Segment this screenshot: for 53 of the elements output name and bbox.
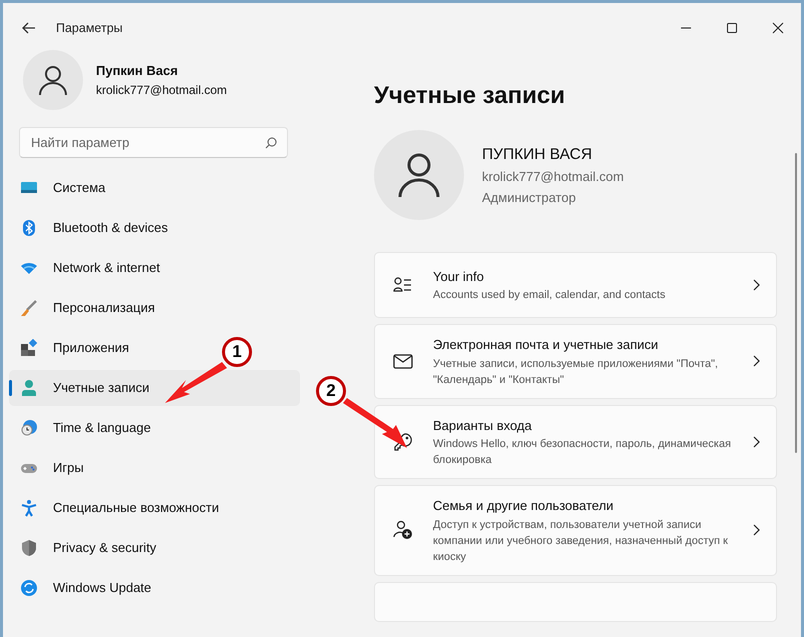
person-icon bbox=[39, 65, 67, 95]
card-title: Семья и другие пользователи bbox=[433, 497, 614, 515]
card-description: Windows Hello, ключ безопасности, пароль, динамическая блокировка bbox=[433, 437, 732, 468]
sidebar-item[interactable]: Network & internet bbox=[9, 250, 164, 286]
sidebar-item[interactable]: Учетные записи bbox=[9, 370, 300, 406]
sidebar-item[interactable]: Privacy & security bbox=[9, 530, 160, 566]
update-icon bbox=[20, 579, 38, 597]
settings-card[interactable]: Электронная почта и учетные записи Учетные записи, используемые приложениями "Почта", "Календарь" и "Контакты" bbox=[374, 324, 777, 398]
user-email: krolick777@hotmail.com bbox=[96, 82, 227, 99]
chevron-right-icon bbox=[752, 355, 760, 368]
brush-icon bbox=[20, 299, 38, 317]
page-heading: Учетные записи bbox=[374, 81, 566, 111]
profile-email: krolick777@hotmail.com bbox=[482, 168, 624, 186]
person-icon bbox=[398, 153, 440, 197]
card-title: Your info bbox=[433, 268, 485, 286]
card-description: Accounts used by email, calendar, and contacts bbox=[433, 288, 666, 304]
sidebar-item[interactable]: Персонализация bbox=[9, 290, 159, 326]
sidebar-item[interactable]: Time & language bbox=[9, 410, 155, 446]
settings-card[interactable]: Варианты входа Windows Hello, ключ безопасности, пароль, динамическая блокировка bbox=[374, 404, 777, 479]
settings-card[interactable]: Семья и другие пользователи Доступ к устройствам, пользователи учетной записи компании или учебного заведения, назначенный доступ к киоску bbox=[374, 485, 777, 576]
search-field[interactable]: Найти параметр bbox=[19, 127, 288, 158]
card-description: Учетные записи, используемые приложениями "Почта", "Календарь" и "Контакты" bbox=[433, 356, 719, 388]
sidebar-item[interactable]: Система bbox=[9, 170, 110, 206]
back-arrow-icon[interactable] bbox=[22, 22, 36, 34]
profile-role: Администратор bbox=[482, 188, 577, 207]
settings-card[interactable]: Your info Accounts used by email, calendar, and contacts bbox=[374, 252, 777, 318]
person-icon bbox=[20, 379, 38, 397]
sidebar-item[interactable]: Игры bbox=[9, 450, 88, 486]
card-description: Доступ к устройствам, пользователи учетной записи компании или учебного заведения, назначенный доступ к киоску bbox=[433, 518, 729, 564]
shield-icon bbox=[20, 539, 38, 557]
add-person-icon bbox=[393, 520, 413, 540]
card-title: Электронная почта и учетные записи bbox=[433, 336, 660, 354]
scrollbar[interactable] bbox=[795, 153, 797, 453]
accessibility-icon bbox=[20, 499, 38, 517]
chevron-right-icon bbox=[752, 436, 760, 448]
selection-indicator bbox=[9, 380, 12, 396]
annotation-arrow bbox=[165, 362, 227, 403]
sidebar-item[interactable]: Windows Update bbox=[9, 570, 156, 606]
key-icon bbox=[393, 432, 413, 452]
sidebar-item[interactable]: Bluetooth & devices bbox=[9, 210, 172, 246]
bluetooth-icon bbox=[20, 219, 38, 237]
window-title: Параметры bbox=[56, 20, 123, 37]
apps-icon bbox=[20, 339, 38, 357]
card-title: Варианты входа bbox=[433, 416, 533, 435]
chevron-right-icon bbox=[752, 524, 760, 536]
globe-clock-icon bbox=[20, 419, 38, 437]
search-icon[interactable] bbox=[265, 137, 277, 149]
user-name: Пупкин Вася bbox=[96, 62, 179, 80]
chevron-right-icon bbox=[752, 279, 760, 291]
annotation-arrow bbox=[343, 398, 407, 448]
profile-name: ПУПКИН ВАСЯ bbox=[482, 144, 594, 165]
sidebar-item[interactable]: Специальные возможности bbox=[9, 490, 223, 526]
sidebar-item[interactable]: Приложения bbox=[9, 330, 134, 366]
